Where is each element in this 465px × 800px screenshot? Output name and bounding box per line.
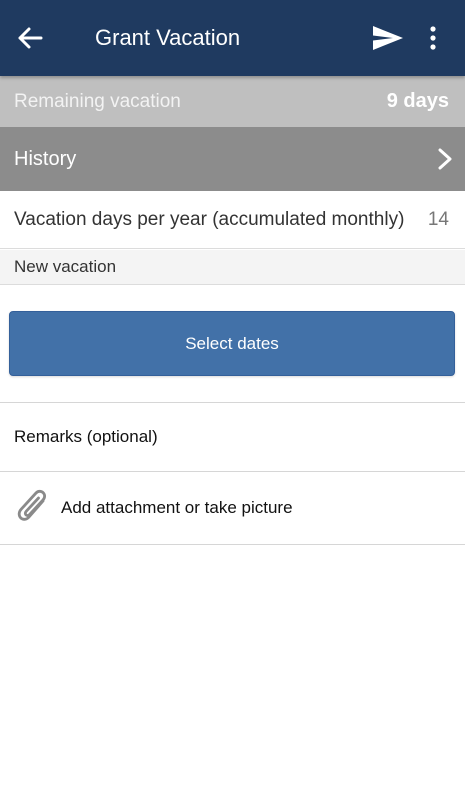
- more-options-button[interactable]: [418, 20, 448, 56]
- remaining-vacation-value: 9 days: [386, 90, 449, 112]
- vacation-days-per-year-value: 14: [427, 208, 449, 230]
- new-vacation-section-header: New vacation: [0, 250, 465, 285]
- divider: [0, 544, 465, 545]
- add-attachment-row[interactable]: Add attachment or take picture: [0, 472, 465, 544]
- app-bar: Grant Vacation: [0, 0, 465, 76]
- remaining-vacation-row: Remaining vacation 9 days: [0, 76, 465, 127]
- paperclip-icon: [14, 488, 52, 528]
- arrow-left-icon: [18, 27, 43, 49]
- chevron-right-icon: [438, 148, 452, 170]
- page-title: Grant Vacation: [95, 25, 241, 50]
- send-icon: [373, 26, 403, 50]
- send-button[interactable]: [368, 20, 408, 56]
- back-button[interactable]: [0, 0, 60, 76]
- more-vertical-icon: [430, 26, 436, 50]
- select-dates-button[interactable]: Select dates: [9, 311, 455, 376]
- remaining-vacation-label: Remaining vacation: [14, 90, 181, 112]
- vacation-days-per-year-label: Vacation days per year (accumulated mont…: [14, 208, 405, 230]
- remarks-field[interactable]: Remarks (optional): [0, 403, 465, 471]
- history-label: History: [14, 147, 77, 170]
- new-vacation-label: New vacation: [14, 257, 117, 276]
- add-attachment-label: Add attachment or take picture: [61, 498, 293, 517]
- history-row[interactable]: History: [0, 127, 465, 191]
- remarks-label: Remarks (optional): [14, 427, 158, 446]
- vacation-days-per-year-row: Vacation days per year (accumulated mont…: [0, 191, 465, 249]
